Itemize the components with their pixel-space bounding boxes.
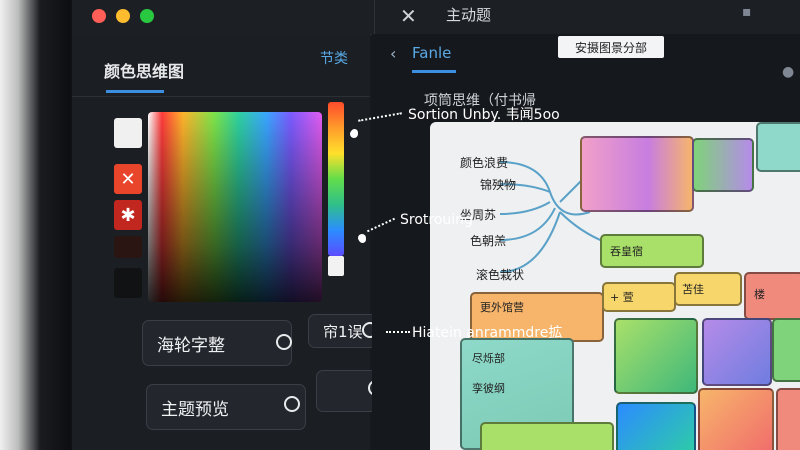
mindmap-node[interactable] — [692, 138, 754, 192]
branch-label: 颜色浪费 — [460, 156, 509, 170]
mindmap-node[interactable] — [698, 388, 774, 450]
close-window-button[interactable] — [92, 9, 106, 23]
callout-label: Srotrouing — [400, 212, 473, 228]
node-label: 更外馆营 — [480, 301, 524, 314]
minimize-window-button[interactable] — [116, 9, 130, 23]
mindmap-node[interactable]: 苫佳 — [674, 272, 742, 306]
color-panel: 颜色思维图 节类 ✕ ✱ 海轮字整 帘1误 主题预览 — [72, 34, 388, 450]
node-label: 苫佳 — [682, 283, 704, 296]
panel-divider — [72, 96, 370, 97]
mindmap-canvas[interactable]: 颜色浪费 锦殃物 坐周苏 色朝羔 滚色栽状 吞皇宿 更外馆营 尽烁部 孪彼纲 +… — [430, 122, 800, 450]
theme-preview-button[interactable]: 主题预览 — [146, 384, 306, 430]
mindmap-node[interactable]: 吞皇宿 — [600, 234, 704, 268]
font-button[interactable]: 海轮字整 — [142, 320, 292, 366]
panel-link[interactable]: 节类 — [320, 48, 348, 68]
theme-preview-label: 主题预览 — [161, 399, 229, 420]
hue-slider[interactable] — [328, 102, 344, 256]
node-label: 尽烁部 — [472, 352, 505, 365]
mindmap-node[interactable] — [702, 318, 772, 386]
menu-icon[interactable]: ▪ — [742, 4, 752, 20]
header-button-label: 安摄图景分部 — [574, 40, 647, 55]
mindmap-node[interactable] — [580, 136, 694, 212]
swatch-black[interactable] — [114, 268, 142, 298]
mindmap-node[interactable] — [616, 402, 696, 450]
node-label: 楼 — [754, 288, 765, 301]
node-label: 吞皇宿 — [610, 245, 643, 258]
panel-title: 颜色思维图 — [104, 62, 185, 81]
branch-label: 色朝羔 — [470, 234, 507, 248]
zoom-window-button[interactable] — [140, 9, 154, 23]
branch-label: 滚色栽状 — [476, 268, 525, 282]
back-icon[interactable]: ‹ — [390, 44, 396, 63]
window-title: 主动题 — [446, 6, 492, 24]
title-divider — [374, 0, 375, 34]
title-bar: ✕ 主动题 — [72, 0, 800, 35]
mindmap-node[interactable] — [772, 318, 800, 382]
swatch-white[interactable] — [114, 118, 142, 148]
node-label: 孪彼纲 — [472, 382, 505, 395]
callout-pointer — [351, 129, 358, 136]
active-tab-indicator — [412, 70, 456, 73]
swatch-dark[interactable] — [114, 236, 142, 258]
swatch-red[interactable]: ✱ — [114, 200, 142, 230]
color-gradient-picker[interactable] — [148, 112, 322, 302]
radio-icon[interactable] — [284, 396, 300, 412]
node-label: + 萱 — [610, 291, 634, 304]
more-icon[interactable]: ● — [782, 64, 794, 80]
callout-label: Hiatein anrammdre拡 — [412, 325, 563, 341]
mindmap-node[interactable] — [776, 388, 800, 450]
main-area: ‹ Fanle 安摄图景分部 ▪ ● 项筒思维（付书帰 颜色浪费 锦殃物 坐周苏… — [372, 4, 800, 450]
swatch-orange[interactable]: ✕ — [114, 164, 142, 194]
radio-icon[interactable] — [276, 334, 292, 350]
branch-label: 锦殃物 — [480, 178, 517, 192]
mindmap-node[interactable] — [480, 422, 614, 450]
callout-label: Sortion Unby. 韦闻5oo — [408, 107, 560, 123]
mode-button-label: 帘1误 — [323, 322, 363, 341]
close-icon[interactable]: ✕ — [400, 4, 417, 28]
font-button-label: 海轮字整 — [157, 335, 225, 356]
mindmap-node[interactable]: + 萱 — [602, 282, 676, 312]
device-edge — [0, 0, 70, 450]
close-icon: ✕ — [120, 168, 136, 190]
callout-line — [386, 331, 410, 333]
tab-fanle[interactable]: Fanle — [412, 44, 451, 62]
header-button[interactable]: 安摄图景分部 — [558, 36, 664, 58]
hue-slider-white-end — [328, 256, 344, 276]
asterisk-icon: ✱ — [120, 204, 136, 226]
active-tab-indicator — [106, 90, 164, 93]
mindmap-node[interactable]: 楼 — [744, 272, 800, 320]
mindmap-node[interactable] — [614, 318, 698, 394]
mindmap-node[interactable] — [756, 122, 800, 172]
callout-pointer — [359, 236, 366, 243]
